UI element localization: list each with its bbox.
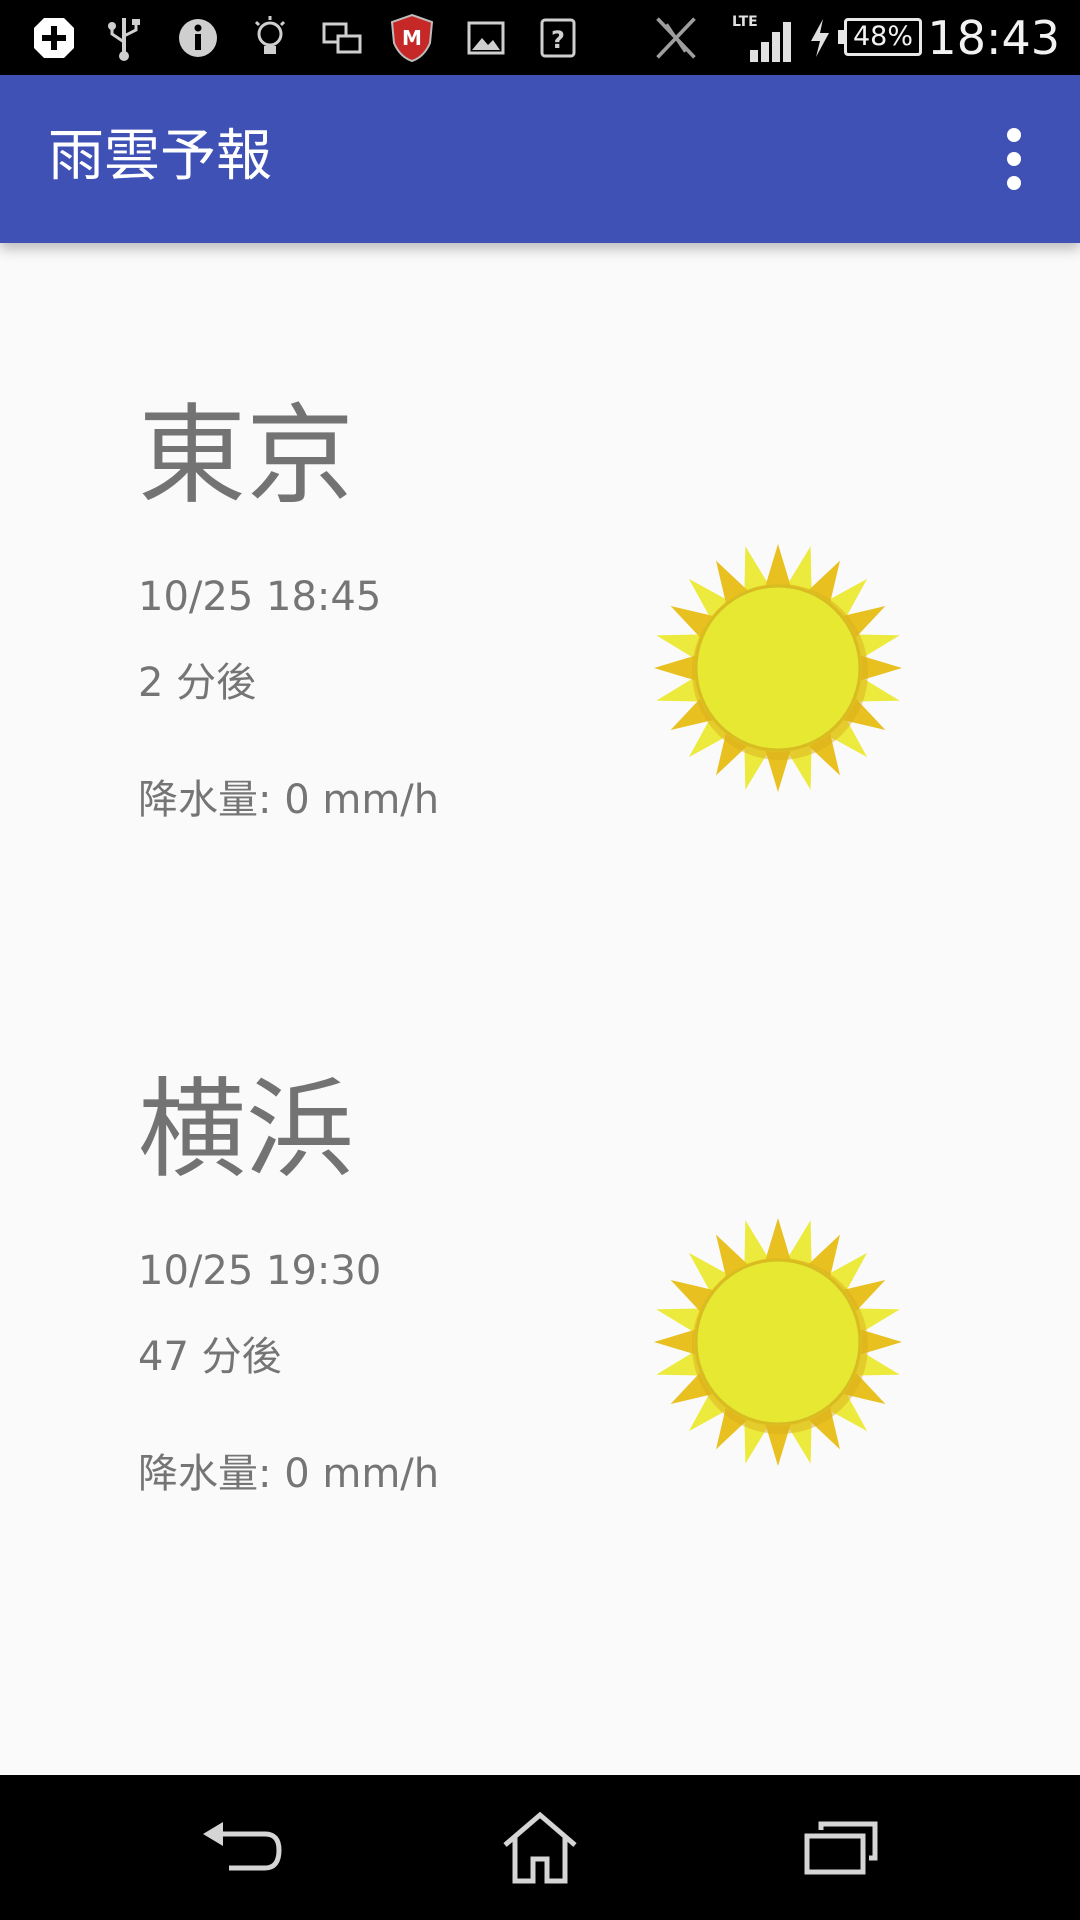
back-icon[interactable] — [186, 1795, 296, 1900]
app-bar: 雨雲予報 — [0, 75, 1080, 243]
plus-badge-icon — [30, 10, 78, 66]
network-type-label: LTE — [732, 14, 758, 30]
battery-indicator: 48% — [838, 18, 922, 56]
home-icon[interactable] — [485, 1795, 595, 1900]
image-icon — [462, 10, 510, 66]
sun-icon — [654, 1218, 902, 1466]
sun-icon — [654, 544, 902, 792]
app-title: 雨雲予報 — [48, 124, 272, 189]
recents-icon[interactable] — [786, 1795, 896, 1900]
usb-icon — [100, 10, 148, 66]
svg-text:M: M — [402, 26, 422, 50]
svg-text:?: ? — [551, 26, 565, 54]
forecast-card[interactable]: 横浜 10/25 19:30 47 分後 降水量: 0 mm/h — [0, 1066, 1080, 1626]
phone-screen: M ? LTE 48% 18:43 雨雲予報 東京 10/25 18:45 2 … — [0, 0, 1080, 1920]
forecast-card[interactable]: 東京 10/25 18:45 2 分後 降水量: 0 mm/h — [0, 392, 1080, 952]
more-vert-icon[interactable] — [974, 119, 1054, 199]
city-name: 東京 — [138, 394, 355, 519]
status-time: 18:43 — [927, 11, 1060, 65]
minutes-until: 2 分後 — [138, 660, 257, 706]
city-name: 横浜 — [138, 1068, 355, 1193]
question-icon: ? — [534, 10, 582, 66]
bulb-icon — [246, 10, 294, 66]
screen-mirror-icon — [318, 10, 366, 66]
precipitation-amount: 降水量: 0 mm/h — [138, 777, 440, 823]
signal-icon: LTE — [730, 10, 794, 66]
forecast-datetime: 10/25 19:30 — [138, 1248, 382, 1294]
precipitation-amount: 降水量: 0 mm/h — [138, 1451, 440, 1497]
navigation-bar — [0, 1775, 1080, 1920]
charging-icon — [800, 10, 840, 66]
minutes-until: 47 分後 — [138, 1334, 282, 1380]
forecast-datetime: 10/25 18:45 — [138, 574, 382, 620]
status-bar: M ? LTE 48% 18:43 — [0, 0, 1080, 75]
info-icon — [174, 10, 222, 66]
mcafee-icon: M — [388, 10, 436, 66]
no-nfc-icon — [652, 10, 700, 66]
